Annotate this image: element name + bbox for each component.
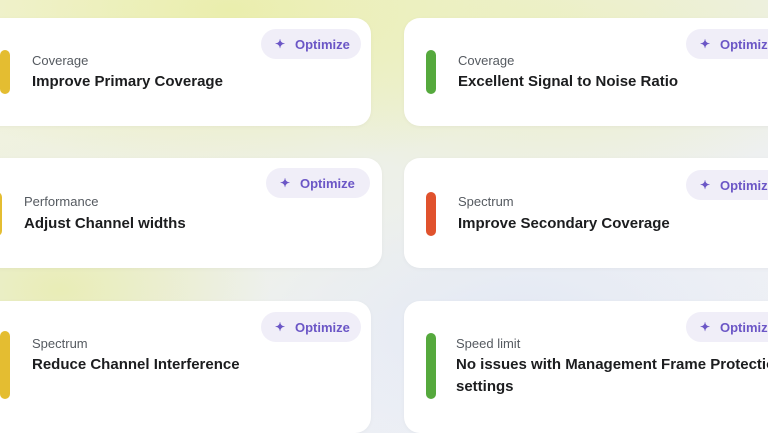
sparkle-icon: ✦ xyxy=(275,320,286,334)
optimize-button[interactable]: ✦ Optimize xyxy=(266,168,370,198)
optimize-button[interactable]: ✦ Optimize xyxy=(686,312,768,342)
card-category: Spectrum xyxy=(32,336,88,351)
optimize-button[interactable]: ✦ Optimize xyxy=(686,29,768,59)
sparkle-icon: ✦ xyxy=(700,37,711,51)
status-indicator xyxy=(426,192,436,236)
optimize-label: Optimize xyxy=(720,319,768,335)
status-indicator xyxy=(0,331,10,399)
card-title: Improve Secondary Coverage xyxy=(458,215,670,232)
optimize-button[interactable]: ✦ Optimize xyxy=(686,170,768,200)
optimize-label: Optimize xyxy=(720,177,768,193)
recommendation-card[interactable]: Spectrum Improve Secondary Coverage ✦ Opt… xyxy=(404,158,768,268)
recommendation-card[interactable]: Performance Adjust Channel widths ✦ Optim… xyxy=(0,158,382,268)
sparkle-icon: ✦ xyxy=(700,320,711,334)
card-title: Excellent Signal to Noise Ratio xyxy=(458,73,679,90)
sparkle-icon: ✦ xyxy=(280,176,291,190)
card-title: Adjust Channel widths xyxy=(24,215,186,232)
card-category: Performance xyxy=(24,194,99,209)
optimize-button[interactable]: ✦ Optimize xyxy=(261,312,361,342)
recommendation-card[interactable]: Coverage Excellent Signal to Noise Ratio… xyxy=(404,18,768,126)
recommendation-card[interactable]: Coverage Improve Primary Coverage ✦ Optim… xyxy=(0,18,371,126)
optimize-label: Optimize xyxy=(295,319,350,335)
optimize-label: Optimize xyxy=(300,175,355,191)
card-category: Coverage xyxy=(458,53,515,68)
status-indicator xyxy=(0,50,10,94)
sparkle-icon: ✦ xyxy=(275,37,286,51)
recommendation-card[interactable]: Spectrum Reduce Channel Interference ✦ Op… xyxy=(0,301,371,433)
status-indicator xyxy=(426,50,436,94)
card-category: Speed limit xyxy=(456,336,521,351)
optimize-label: Optimize xyxy=(720,36,768,52)
card-category: Spectrum xyxy=(458,194,514,209)
card-title: Improve Primary Coverage xyxy=(32,73,223,90)
optimize-button[interactable]: ✦ Optimize xyxy=(261,29,361,59)
recommendation-card[interactable]: Speed limit No issues with Management Fr… xyxy=(404,301,768,433)
card-title: Reduce Channel Interference xyxy=(32,356,240,373)
status-indicator xyxy=(426,333,436,399)
sparkle-icon: ✦ xyxy=(700,178,711,192)
card-title: No issues with Management Frame Protecti… xyxy=(456,356,768,395)
card-category: Coverage xyxy=(32,53,89,68)
status-indicator xyxy=(0,192,2,236)
optimize-label: Optimize xyxy=(295,36,350,52)
